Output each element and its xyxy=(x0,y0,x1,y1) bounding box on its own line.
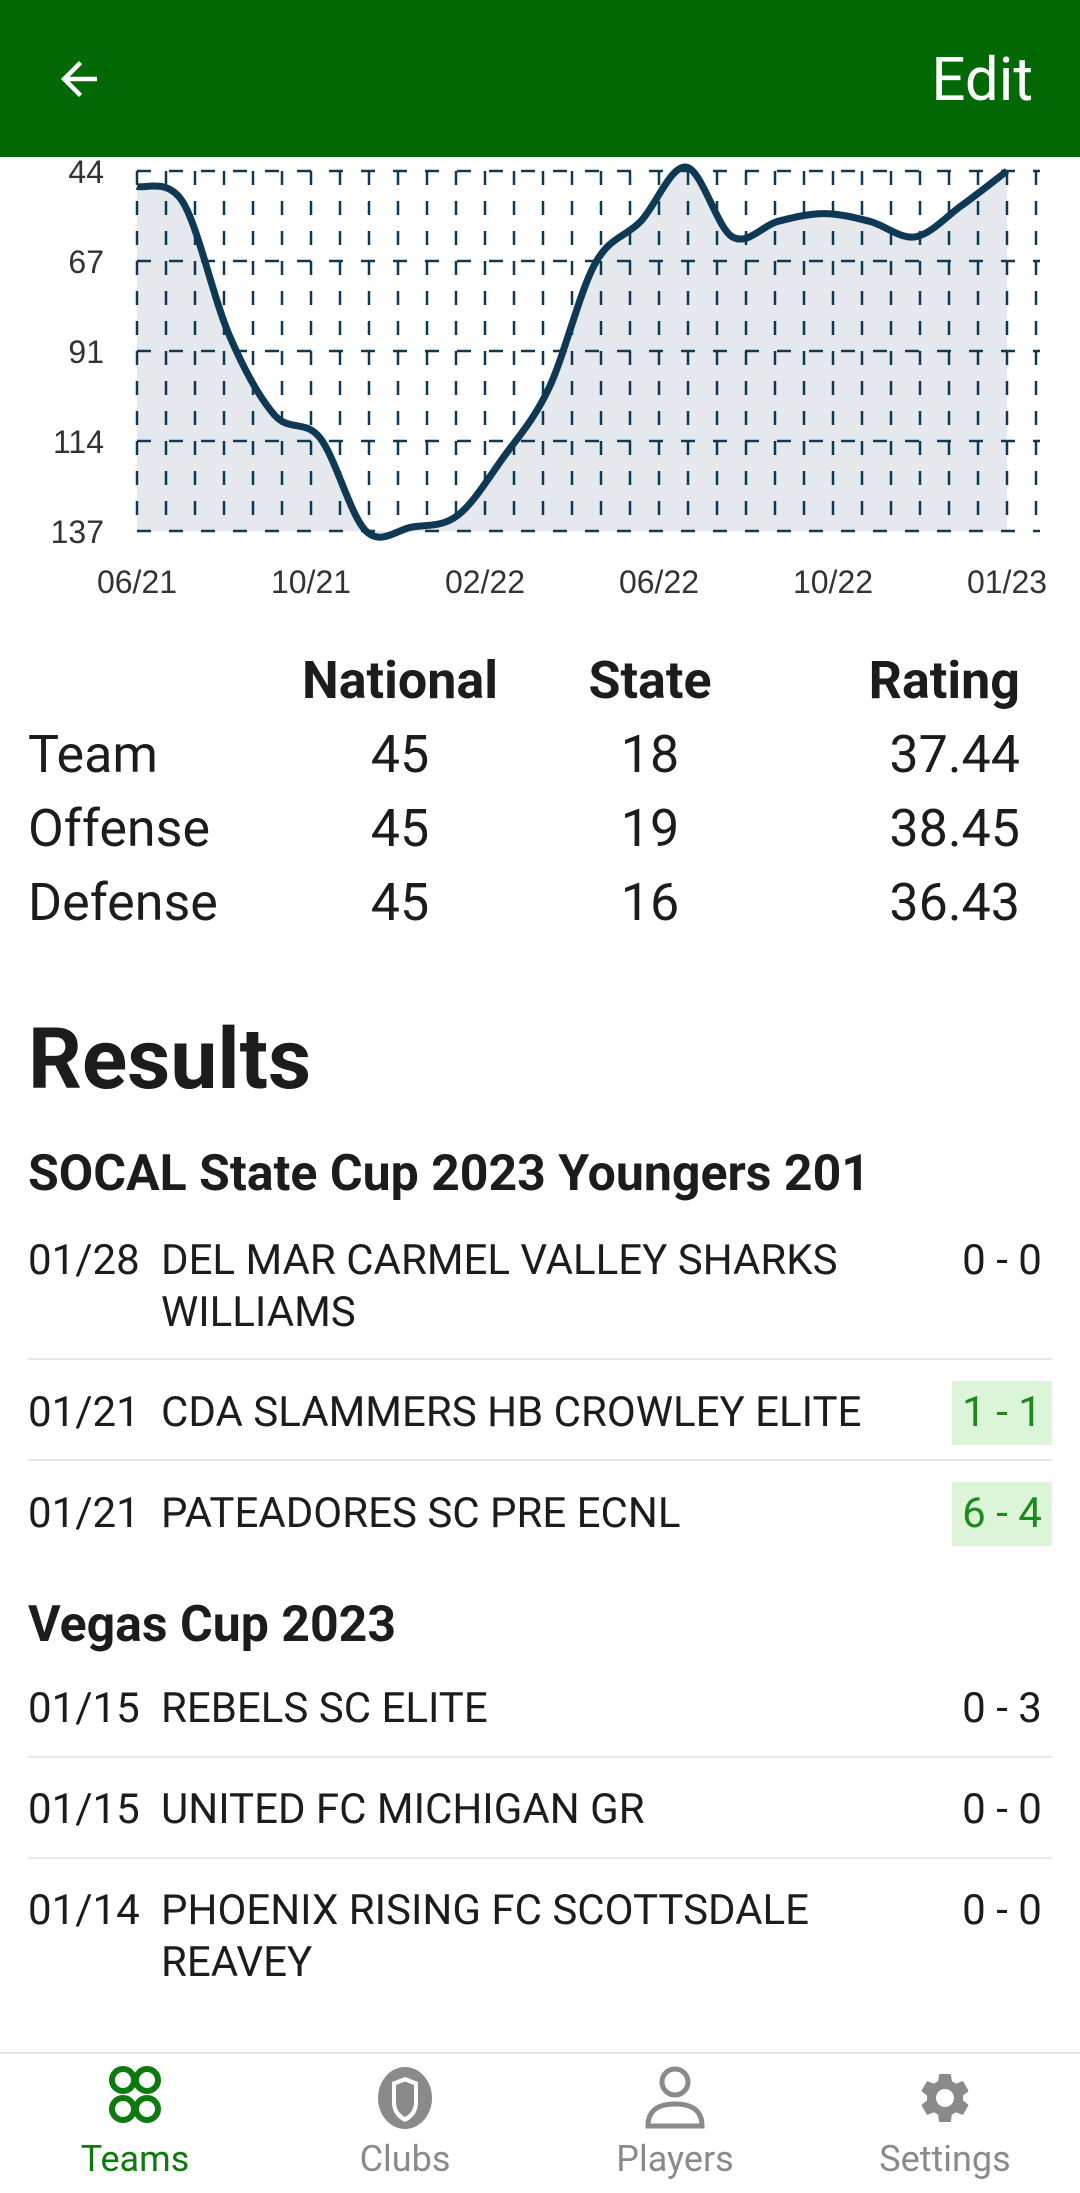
chart-x-tick-label: 02/22 xyxy=(445,564,525,600)
bottom-navigation: Teams Clubs Players Settings xyxy=(0,2052,1080,2193)
group-title: Vegas Cup 2023 xyxy=(28,1596,397,1654)
match-score: 0 - 0 xyxy=(962,1785,1042,1834)
back-arrow-icon[interactable] xyxy=(52,52,106,106)
rating-value: 36.43 xyxy=(889,872,1020,933)
group-title: SOCAL State Cup 2023 Youngers 201 xyxy=(28,1145,870,1203)
national-header: National xyxy=(302,650,498,711)
nav-label: Settings xyxy=(879,2138,1011,2180)
state-rank: 18 xyxy=(620,724,680,785)
nav-clubs[interactable]: Clubs xyxy=(270,2054,540,2193)
rating-value: 37.44 xyxy=(889,724,1020,785)
ranking-chart-svg: 44 67 91 114 137 06/21 10/21 02/22 06/22 10/22 01/… xyxy=(51,157,1047,600)
stats-row-label: Offense xyxy=(28,798,211,859)
divider xyxy=(28,1459,1052,1461)
settings-icon xyxy=(921,2074,969,2122)
match-date: 01/21 xyxy=(28,1489,140,1538)
national-rank: 45 xyxy=(370,724,430,785)
nav-label: Players xyxy=(616,2138,734,2180)
chart-x-tick-label: 10/22 xyxy=(793,564,873,600)
match-score: 0 - 0 xyxy=(962,1236,1042,1285)
national-rank: 45 xyxy=(370,798,430,859)
match-score: 1 - 1 xyxy=(952,1381,1052,1445)
state-rank: 16 xyxy=(620,872,680,933)
match-date: 01/28 xyxy=(28,1236,140,1285)
match-date: 01/15 xyxy=(28,1785,140,1834)
stats-header-row: National State Rating xyxy=(0,650,1080,724)
stats-row-offense: Offense 45 19 38.45 xyxy=(0,798,1080,872)
stats-row-team: Team 45 18 37.44 xyxy=(0,724,1080,798)
nav-label: Teams xyxy=(80,2138,190,2180)
results-heading: Results xyxy=(28,1010,312,1109)
app-bar: Edit xyxy=(0,0,1080,157)
match-date: 01/15 xyxy=(28,1684,140,1733)
match-date: 01/14 xyxy=(28,1886,140,1935)
national-rank: 45 xyxy=(370,872,430,933)
match-score: 0 - 3 xyxy=(962,1684,1042,1733)
divider xyxy=(28,1756,1052,1758)
chart-y-tick-label: 137 xyxy=(51,514,104,550)
players-icon xyxy=(645,2066,705,2129)
chart-y-tick-label: 44 xyxy=(68,157,104,190)
state-rank: 19 xyxy=(620,798,680,859)
match-opponent: DEL MAR CARMEL VALLEY SHARKS WILLIAMS xyxy=(161,1236,838,1337)
edit-button[interactable]: Edit xyxy=(931,44,1033,116)
nav-settings[interactable]: Settings xyxy=(810,2054,1080,2193)
chart-x-tick-label: 01/23 xyxy=(967,564,1047,600)
ranking-chart: 44 67 91 114 137 06/21 10/21 02/22 06/22 10/22 01/… xyxy=(0,157,1080,617)
match-opponent: REBELS SC ELITE xyxy=(161,1684,488,1733)
teams-icon xyxy=(109,2066,161,2123)
nav-label: Clubs xyxy=(359,2138,451,2180)
match-score: 6 - 4 xyxy=(952,1482,1052,1546)
rating-value: 38.45 xyxy=(889,798,1020,859)
divider xyxy=(28,1358,1052,1360)
rating-header: Rating xyxy=(868,650,1020,711)
clubs-icon xyxy=(378,2067,432,2129)
chart-y-tick-label: 67 xyxy=(68,244,104,280)
match-opponent: PATEADORES SC PRE ECNL xyxy=(161,1489,681,1538)
chart-x-tick-label: 06/21 xyxy=(97,564,177,600)
stats-row-label: Defense xyxy=(28,872,218,933)
stats-row-defense: Defense 45 16 36.43 xyxy=(0,872,1080,946)
chart-x-tick-label: 06/22 xyxy=(619,564,699,600)
state-header: State xyxy=(588,650,712,711)
match-opponent: CDA SLAMMERS HB CROWLEY ELITE xyxy=(161,1388,862,1437)
stats-row-label: Team xyxy=(28,724,158,785)
chart-y-tick-label: 91 xyxy=(68,334,104,370)
nav-players[interactable]: Players xyxy=(540,2054,810,2193)
nav-teams[interactable]: Teams xyxy=(0,2054,270,2193)
match-date: 01/21 xyxy=(28,1388,140,1437)
chart-x-tick-label: 10/21 xyxy=(271,564,351,600)
match-opponent: PHOENIX RISING FC SCOTTSDALE REAVEY xyxy=(161,1886,810,1987)
match-score: 0 - 0 xyxy=(962,1886,1042,1935)
match-opponent: UNITED FC MICHIGAN GR xyxy=(161,1785,645,1834)
chart-y-tick-label: 114 xyxy=(53,424,104,460)
divider xyxy=(28,1857,1052,1859)
